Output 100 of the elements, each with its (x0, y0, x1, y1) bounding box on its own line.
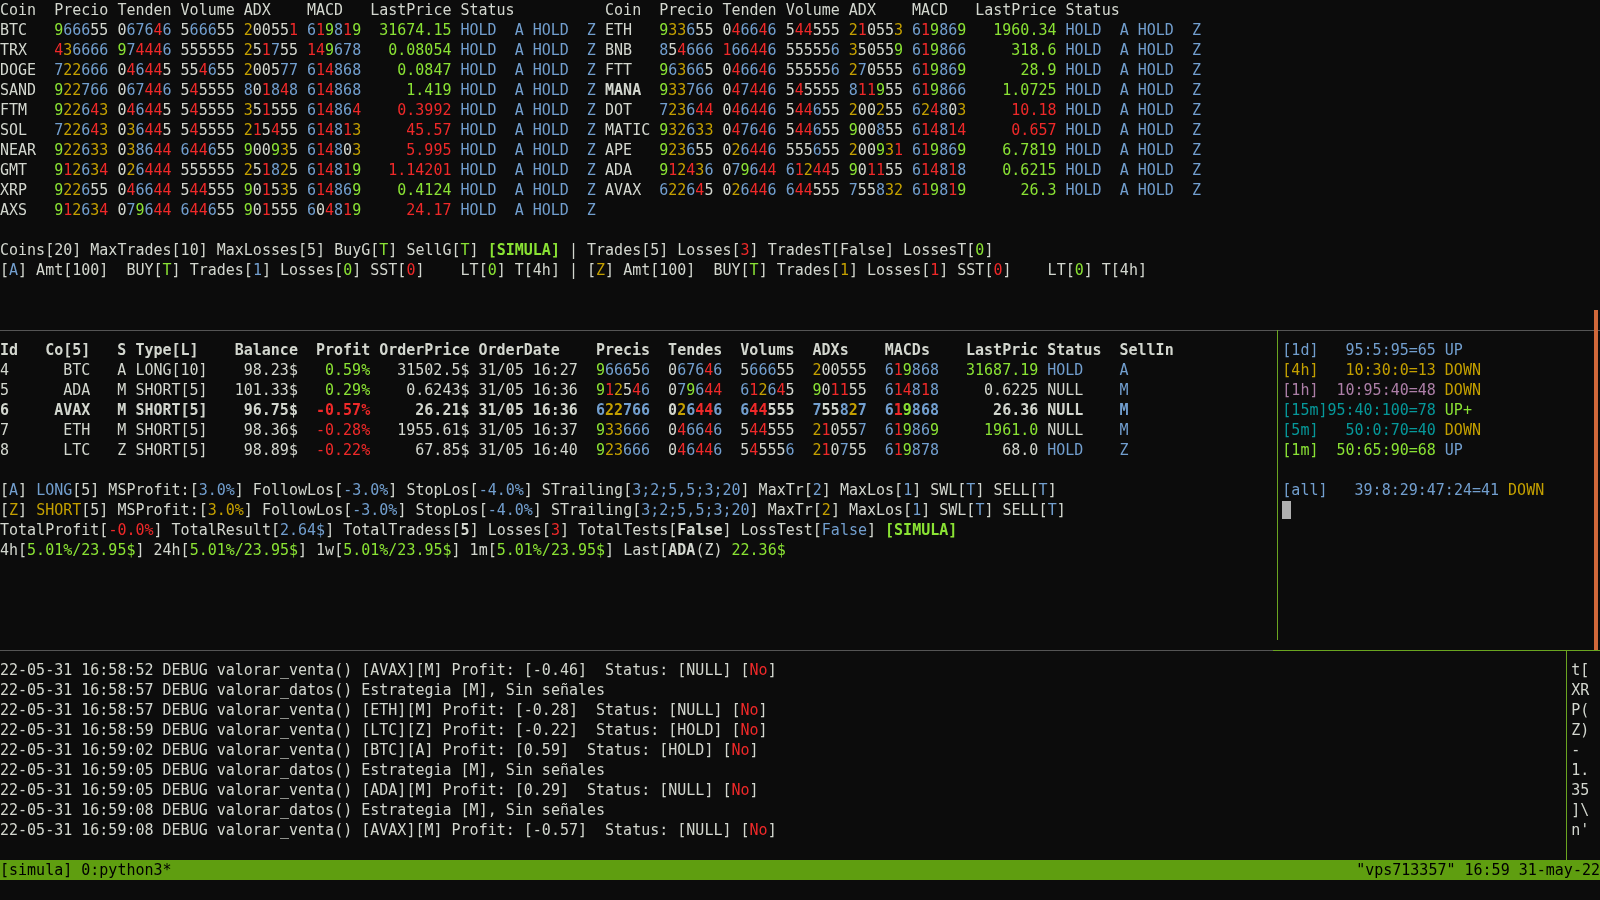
status-cell: NULL (1047, 401, 1084, 419)
price-cell: 0.3992 (397, 101, 452, 119)
table-cell: 98.89$ (243, 441, 298, 459)
status-cell: HOLD (532, 61, 569, 79)
indicator-value: 923655 (659, 141, 714, 159)
status-cell: A (1119, 141, 1129, 159)
status-cell: HOLD (1047, 441, 1084, 459)
status-cell: A (1119, 61, 1129, 79)
timeframe-score: 50:0:70=40 (1345, 421, 1436, 439)
indicator-value: 912546 (595, 381, 651, 399)
indicator-value: 966655 (54, 21, 109, 39)
indicator-value: 604819 (307, 201, 362, 219)
indicator-value: 544555 (180, 181, 235, 199)
timeframe-label: [all] (1282, 481, 1328, 499)
coin-cell: TRX (0, 41, 28, 59)
price-cell: 45.57 (406, 121, 452, 139)
status-cell: NULL (1047, 421, 1084, 439)
indicator-value: 619869 (912, 61, 967, 79)
indicator-value: 901155 (812, 381, 867, 399)
status-cell: A (514, 21, 524, 39)
indicator-value: 350559 (848, 41, 903, 59)
indicator-value: 723644 (659, 101, 714, 119)
status-cell: HOLD (1047, 361, 1084, 379)
status-cell: HOLD (1137, 101, 1174, 119)
indicator-value: 200555 (812, 361, 867, 379)
status-cell: Z (1191, 161, 1201, 179)
indicator-value: 544555 (785, 21, 840, 39)
indicator-value: 046446 (668, 441, 723, 459)
column-header: Volume (785, 1, 840, 19)
table-cell: 96.75$ (243, 401, 298, 419)
trend-label: UP+ (1444, 401, 1472, 419)
status-cell: Z (1191, 101, 1201, 119)
status-cell: A (1119, 21, 1129, 39)
status-cell: HOLD (532, 201, 569, 219)
indicator-value: 555556 (785, 41, 840, 59)
status-cell: Z (586, 181, 596, 199)
price-cell: 0.6215 (1002, 161, 1057, 179)
indicator-value: 619819 (912, 181, 967, 199)
status-cell: HOLD (1137, 161, 1174, 179)
status-cell: A (1119, 161, 1129, 179)
pane-text: t[ (1571, 660, 1590, 680)
table-cell: 0.6243$ (406, 381, 470, 399)
status-cell: Z (586, 121, 596, 139)
table-cell: SHORT[5] (135, 421, 208, 439)
coin-cell: BTC (63, 361, 91, 379)
column-header: Balance (234, 341, 298, 359)
indicator-value: 079644 (722, 161, 777, 179)
status-cell: HOLD (1137, 61, 1174, 79)
trend-label: DOWN (1444, 361, 1481, 379)
indicator-value: 200577 (243, 61, 298, 79)
status-cell: A (514, 61, 524, 79)
strategy-line: TotalProfit[-0.0%] TotalResult[2.64$] TotalTradess[5] Losses[3] TotalTests[False] LossTest[False] [SIMULA] (0, 520, 958, 540)
status-cell: HOLD (532, 181, 569, 199)
table-cell: M (117, 381, 127, 399)
indicator-value: 067646 (117, 21, 172, 39)
indicator-value: 974446 (117, 41, 172, 59)
status-cell: Z (586, 201, 596, 219)
indicator-value: 215455 (243, 121, 298, 139)
indicator-value: 912634 (54, 161, 109, 179)
indicator-value: 755827 (812, 401, 867, 419)
indicator-value: 436666 (54, 41, 109, 59)
timeframe-label: [4h] (1282, 361, 1319, 379)
profit-cell: 0.59% (325, 361, 371, 379)
indicator-value: 619866 (912, 41, 967, 59)
column-header: S (117, 341, 127, 359)
status-cell: HOLD (460, 201, 497, 219)
indicator-value: 619866 (912, 81, 967, 99)
indicator-value: 923666 (595, 441, 651, 459)
column-header: Type[L] (135, 341, 199, 359)
indicator-value: 901535 (243, 181, 298, 199)
status-cell: HOLD (1065, 121, 1102, 139)
coin-cell: SOL (0, 121, 28, 139)
status-cell: Z (1191, 21, 1201, 39)
table-cell: 6 (0, 401, 10, 419)
column-header: Precio (54, 1, 109, 19)
log-line: 22-05-31 16:58:57 DEBUG valorar_datos() Estrategia [M], Sin señales (0, 680, 606, 700)
price-cell: 0.0847 (397, 61, 452, 79)
price-cell: 0.6225 (984, 381, 1039, 399)
indicator-value: 555555 (180, 41, 235, 59)
indicator-value: 614869 (307, 181, 362, 199)
trend-label: UP (1444, 341, 1463, 359)
status-cell: Z (586, 61, 596, 79)
column-header: ADXs (812, 341, 849, 359)
status-cell: HOLD (532, 41, 569, 59)
table-cell: 31/05 16:36 (478, 381, 578, 399)
indicator-value: 047646 (722, 121, 777, 139)
coin-cell: DOT (605, 101, 633, 119)
status-cell: Z (586, 81, 596, 99)
coin-cell: BNB (605, 41, 633, 59)
status-cell: HOLD (1137, 181, 1174, 199)
column-header: Status (460, 1, 515, 19)
profit-cell: -0.22% (316, 441, 371, 459)
indicator-value: 614814 (912, 121, 967, 139)
table-cell: LONG[10] (135, 361, 208, 379)
status-cell: HOLD (1137, 41, 1174, 59)
indicator-value: 624803 (912, 101, 967, 119)
column-header: Tenden (722, 1, 777, 19)
indicator-value: 619869 (884, 421, 939, 439)
indicator-value: 619868 (884, 361, 939, 379)
status-cell: Z (1191, 181, 1201, 199)
